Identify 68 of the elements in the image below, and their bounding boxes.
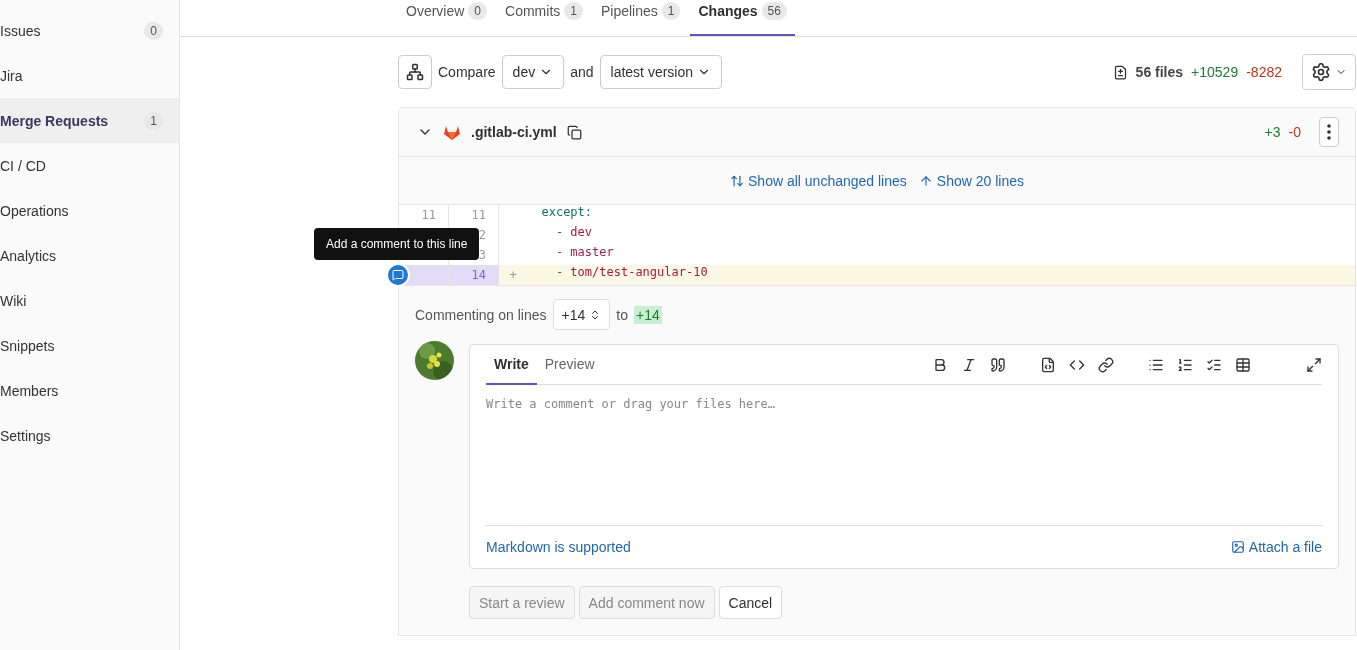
more-button[interactable] — [1319, 117, 1339, 147]
bold-icon[interactable] — [932, 356, 948, 373]
sidebar-item[interactable]: Settings — [0, 413, 179, 458]
code-line: - master — [554, 245, 614, 261]
sidebar-item[interactable]: Issues 0 — [0, 8, 179, 53]
attach-file-link[interactable]: Attach a file — [1230, 539, 1322, 555]
count-badge: 56 — [761, 2, 787, 20]
code-line: - tom/test-angular-10 — [554, 265, 708, 281]
avatar — [415, 341, 454, 380]
comment-icon — [392, 269, 404, 281]
file-name[interactable]: .gitlab-ci.yml — [471, 124, 557, 140]
version-dropdown[interactable]: latest version — [599, 55, 722, 89]
line-number: 14 — [449, 265, 499, 285]
expand-link[interactable]: Show 20 lines — [918, 172, 1024, 189]
tree-icon — [406, 63, 424, 81]
quote-icon[interactable] — [990, 356, 1006, 373]
line-select[interactable]: +14 — [552, 299, 611, 330]
settings-button[interactable] — [1302, 54, 1356, 90]
copy-icon[interactable] — [566, 124, 582, 140]
line-range-end: +14 — [633, 305, 662, 324]
compare-label: Compare — [438, 64, 496, 80]
more-icon — [1327, 124, 1331, 140]
add-comment-button[interactable] — [386, 263, 410, 287]
up-down-arrow-icon — [730, 173, 744, 188]
link-icon[interactable] — [1098, 356, 1114, 373]
sidebar-item[interactable]: Wiki — [0, 278, 179, 323]
tooltip: Add a comment to this line — [314, 228, 480, 260]
files-count: 56 files — [1135, 64, 1184, 80]
to-label: to — [616, 306, 628, 323]
settings-icon — [1311, 62, 1331, 82]
comment-editor[interactable]: Write Preview Write a comment or drag your files here… Markdown is supported Attach a file — [469, 344, 1339, 569]
removed-count: -8282 — [1246, 64, 1282, 80]
tab[interactable]: Overview 0 — [398, 0, 496, 36]
removed-count: -0 — [1288, 124, 1301, 140]
tab[interactable]: Changes 56 — [690, 0, 795, 36]
sidebar-item[interactable]: Operations — [0, 188, 179, 233]
tab[interactable]: Pipelines 1 — [592, 0, 689, 36]
tab[interactable]: Commits 1 — [497, 0, 591, 36]
file-code-icon[interactable] — [1040, 356, 1056, 373]
table-icon[interactable] — [1235, 356, 1251, 373]
markdown-link[interactable]: Markdown is supported — [486, 539, 631, 555]
numbered-list-icon[interactable] — [1177, 356, 1193, 373]
sidebar-item[interactable]: CI / CD — [0, 143, 179, 188]
italic-icon[interactable] — [961, 356, 977, 373]
count-badge: 1 — [661, 2, 681, 20]
sidebar-item[interactable]: Merge Requests 1 — [0, 98, 179, 143]
added-count: +3 — [1264, 124, 1281, 140]
and-label: and — [570, 64, 594, 80]
count-badge: 1 — [144, 111, 163, 130]
editor-tab[interactable]: Preview — [536, 344, 603, 385]
added-count: +10529 — [1191, 64, 1239, 80]
count-badge: 1 — [564, 2, 583, 20]
sidebar-item[interactable]: Analytics — [0, 233, 179, 278]
range-label: Commenting on lines — [415, 306, 547, 323]
count-badge: 0 — [468, 2, 488, 20]
sidebar-item[interactable]: Snippets — [0, 323, 179, 368]
image-icon — [1230, 540, 1245, 554]
branch-dropdown[interactable]: dev — [501, 55, 565, 89]
file-diff-icon — [1112, 64, 1128, 80]
fullscreen-icon[interactable] — [1306, 356, 1322, 373]
count-badge: 0 — [144, 21, 163, 40]
code-line: except: — [540, 205, 593, 221]
sidebar-item[interactable]: Members — [0, 368, 179, 413]
form-button[interactable]: Cancel — [718, 586, 783, 619]
code-line: - dev — [554, 225, 593, 241]
expand-link[interactable]: Show all unchanged lines — [730, 172, 907, 189]
sidebar-item[interactable]: Jira — [0, 53, 179, 98]
file-tree-button[interactable] — [398, 55, 432, 89]
